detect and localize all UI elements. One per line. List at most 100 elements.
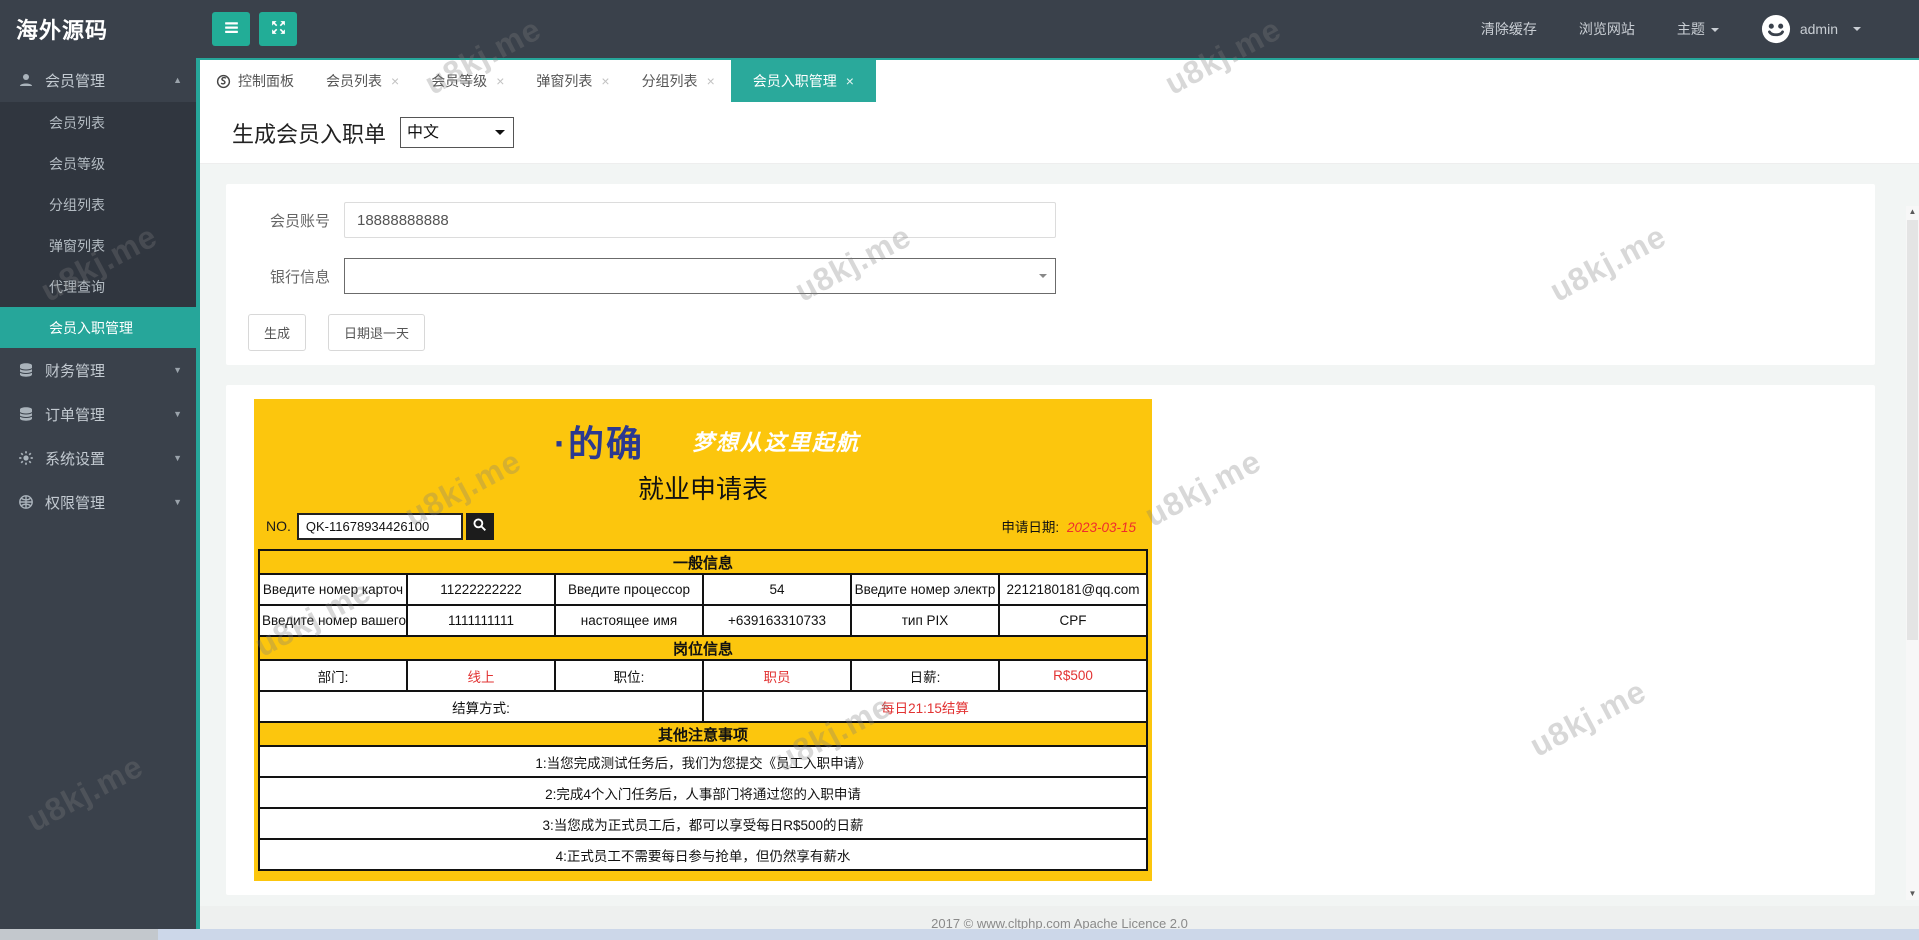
tab-group-list[interactable]: 分组列表 × xyxy=(626,60,731,102)
tab-label: 控制面板 xyxy=(238,73,294,89)
note-cell: 2:完成4个入门任务后，人事部门将通过您的入职申请 xyxy=(258,776,1148,809)
apply-date-value: 2023-03-15 xyxy=(1066,520,1136,535)
scroll-up-arrow[interactable]: ▲ xyxy=(1906,206,1919,218)
table-section-row: 其他注意事项 xyxy=(258,721,1148,747)
vertical-scrollbar-thumb[interactable] xyxy=(1907,220,1918,640)
brand-logo: 海外源码 xyxy=(16,18,109,43)
user-menu[interactable]: admin xyxy=(1761,14,1861,44)
table-row: 部门: 线上 职位: 职员 日薪: R$500 xyxy=(258,659,1148,692)
bank-select-wrap xyxy=(344,258,1056,294)
form-buttons: 生成 日期退一天 xyxy=(226,314,1875,351)
table-row: 1:当您完成测试任务后，我们为您提交《员工入职申请》 xyxy=(258,745,1148,778)
tab-label: 弹窗列表 xyxy=(536,73,593,89)
bank-select[interactable] xyxy=(344,258,1056,294)
database-icon xyxy=(18,362,34,378)
chevron-down-icon: ▼ xyxy=(173,453,182,463)
section-header-notes: 其他注意事项 xyxy=(258,721,1148,747)
table-cell: тип PIX xyxy=(850,604,1000,637)
sidebar-item-order-management[interactable]: 订单管理 ▼ xyxy=(0,392,196,436)
table-row: 2:完成4个入门任务后，人事部门将通过您的入职申请 xyxy=(258,776,1148,809)
doc-number-input[interactable] xyxy=(296,512,463,540)
table-cell: 职位: xyxy=(554,659,704,692)
chevron-down-icon: ▼ xyxy=(173,365,182,375)
tab-dashboard[interactable]: 控制面板 xyxy=(200,60,310,102)
tab-label: 会员列表 xyxy=(326,73,382,89)
member-submenu: 会员列表 会员等级 分组列表 弹窗列表 代理查询 会员入职管理 xyxy=(0,102,196,348)
sidebar-item-system-settings[interactable]: 系统设置 ▼ xyxy=(0,436,196,480)
settle-value-cell: 每日21:15结算 xyxy=(702,690,1148,723)
close-icon[interactable]: × xyxy=(496,74,504,88)
table-cell: Введите номер карточ xyxy=(258,573,408,606)
fullscreen-button[interactable] xyxy=(259,12,297,46)
tab-member-onboarding[interactable]: 会员入职管理 × xyxy=(730,60,876,102)
doc-brand-line: ·的确 梦想从这里起航 xyxy=(554,419,1152,464)
close-icon[interactable]: × xyxy=(846,74,854,88)
tab-member-level[interactable]: 会员等级 × xyxy=(415,60,520,102)
account-input[interactable] xyxy=(344,202,1056,238)
table-row: 4:正式员工不需要每日参与抢单，但仍然享有薪水 xyxy=(258,838,1148,871)
sidebar-item-label: 财务管理 xyxy=(45,362,106,380)
sidebar-item-member-list[interactable]: 会员列表 xyxy=(0,102,196,143)
tab-label: 分组列表 xyxy=(641,73,698,89)
table-cell: 日薪: xyxy=(850,659,1000,692)
page-header: 生成会员入职单 中文 xyxy=(200,102,1919,164)
tab-label: 会员入职管理 xyxy=(752,73,837,89)
hamburger-icon xyxy=(223,19,240,39)
close-icon[interactable]: × xyxy=(707,74,715,88)
tab-bar: 控制面板 会员列表 × 会员等级 × 弹窗列表 × 分组列表 × 会员入职管理 … xyxy=(200,58,1919,102)
user-icon xyxy=(18,72,34,88)
sidebar-item-label: 订单管理 xyxy=(45,406,106,424)
table-cell: Введите процессор xyxy=(554,573,704,606)
navbar-right: 清除缓存 浏览网站 主题 admin xyxy=(1481,14,1861,44)
doc-brand: ·的确 xyxy=(554,423,644,464)
tab-member-list[interactable]: 会员列表 × xyxy=(310,60,415,102)
horizontal-scrollbar[interactable] xyxy=(0,929,1919,940)
close-icon[interactable]: × xyxy=(601,74,609,88)
apply-date-label: 申请日期: xyxy=(1001,520,1060,535)
main-area: 清除缓存 浏览网站 主题 admin 控制面板 会员列表 × 会员等级 × 弹窗… xyxy=(200,0,1919,940)
sidebar-item-popup-list[interactable]: 弹窗列表 xyxy=(0,225,196,266)
chevron-down-icon xyxy=(1853,27,1861,35)
generate-button[interactable]: 生成 xyxy=(248,314,307,351)
close-icon[interactable]: × xyxy=(391,74,399,88)
theme-label: 主题 xyxy=(1676,21,1705,37)
table-section-row: 岗位信息 xyxy=(258,635,1148,661)
table-row: 3:当您成为正式员工后，都可以享受每日R$500的日薪 xyxy=(258,807,1148,840)
vertical-scrollbar[interactable]: ▲ ▼ xyxy=(1906,206,1919,900)
tab-popup-list[interactable]: 弹窗列表 × xyxy=(520,60,625,102)
sidebar-item-member-level[interactable]: 会员等级 xyxy=(0,143,196,184)
table-cell: 职员 xyxy=(702,659,852,692)
sidebar-item-label: 权限管理 xyxy=(45,494,106,512)
gear-icon xyxy=(18,450,34,466)
section-header-position: 岗位信息 xyxy=(258,635,1148,661)
sidebar-item-permission-management[interactable]: 权限管理 ▼ xyxy=(0,480,196,524)
content-scroll-area: 生成会员入职单 中文 会员账号 银行信息 xyxy=(200,102,1919,940)
search-icon xyxy=(472,517,487,535)
sidebar-item-label: 系统设置 xyxy=(45,450,106,468)
sidebar-item-group-list[interactable]: 分组列表 xyxy=(0,184,196,225)
doc-title: 就业申请表 xyxy=(637,474,768,504)
horizontal-scrollbar-thumb[interactable] xyxy=(0,929,158,940)
language-select[interactable]: 中文 xyxy=(400,117,515,148)
sidebar-menu: 会员管理 ▲ 会员列表 会员等级 分组列表 弹窗列表 代理查询 会员入职管理 财… xyxy=(0,58,200,940)
doc-number-row: NO. 申请日期: 2023-03-15 xyxy=(266,511,1140,541)
scroll-down-arrow[interactable]: ▼ xyxy=(1906,888,1919,900)
sidebar-item-agent-query[interactable]: 代理查询 xyxy=(0,266,196,307)
database-icon xyxy=(18,406,34,422)
sidebar-item-member-onboarding[interactable]: 会员入职管理 xyxy=(0,307,196,348)
sidebar-toggle-button[interactable] xyxy=(212,12,250,46)
date-back-button[interactable]: 日期退一天 xyxy=(328,314,426,351)
sidebar-item-member-management[interactable]: 会员管理 ▲ xyxy=(0,58,196,102)
table-cell: Введите номер электр xyxy=(850,573,1000,606)
table-section-row: 一般信息 xyxy=(258,549,1148,575)
section-header-general: 一般信息 xyxy=(258,549,1148,575)
theme-dropdown[interactable]: 主题 xyxy=(1677,19,1719,39)
browse-site-link[interactable]: 浏览网站 xyxy=(1579,19,1635,39)
table-cell: 线上 xyxy=(406,659,556,692)
account-label: 会员账号 xyxy=(269,212,330,230)
globe-icon xyxy=(18,494,34,510)
sidebar-item-finance-management[interactable]: 财务管理 ▼ xyxy=(0,348,196,392)
clear-cache-link[interactable]: 清除缓存 xyxy=(1481,19,1537,39)
tab-label: 会员等级 xyxy=(431,73,488,89)
search-button[interactable] xyxy=(465,512,494,540)
